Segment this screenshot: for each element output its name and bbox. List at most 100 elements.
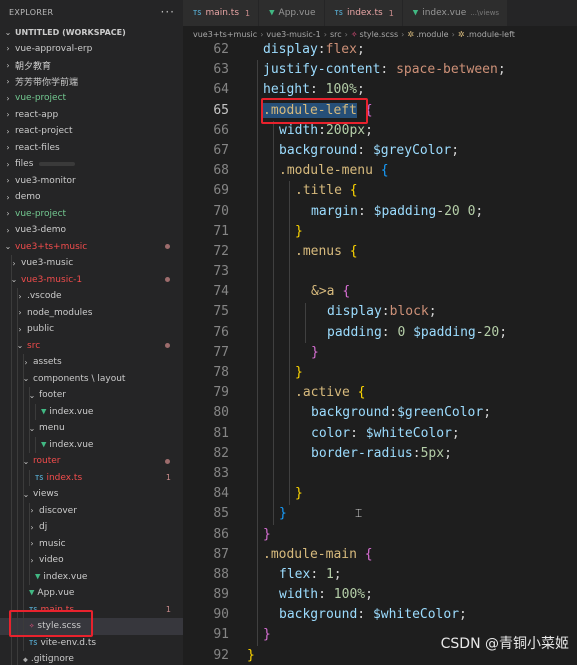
code-line[interactable]: 72 .menus { [183, 242, 577, 262]
chevron-right-icon[interactable]: › [3, 44, 13, 53]
tree-folder[interactable]: ⌄ footer [0, 387, 183, 404]
tree-item-label: index.vue [49, 406, 94, 417]
breadcrumb-file[interactable]: style.scss [360, 30, 399, 39]
code-line[interactable]: 88 flex: 1; [183, 565, 577, 585]
chevron-right-icon[interactable]: › [3, 143, 13, 152]
tree-folder[interactable]: › discover [0, 502, 183, 519]
tree-folder[interactable]: › vue-approval-erp [0, 41, 183, 58]
code-line[interactable]: 70 margin: $padding-20 0; [183, 202, 577, 222]
tree-file[interactable]: TS vite-env.d.ts [0, 634, 183, 651]
tree-folder[interactable]: › react-project [0, 123, 183, 140]
tree-folder[interactable]: ⌄ components \ layout [0, 370, 183, 387]
breadcrumb-folder[interactable]: vue3+ts+music [193, 30, 257, 39]
chevron-right-icon[interactable]: › [3, 226, 13, 235]
tab-main-ts[interactable]: TS main.ts 1 [183, 0, 260, 26]
code-line[interactable]: 71} [183, 222, 577, 242]
chevron-right-icon[interactable]: › [3, 160, 13, 169]
chevron-right-icon[interactable]: › [3, 209, 13, 218]
breadcrumb-symbol[interactable]: .module-left [467, 30, 515, 39]
tree-folder[interactable]: › video [0, 552, 183, 569]
more-actions-icon[interactable]: ··· [161, 5, 175, 19]
tree-folder[interactable]: › vue3-music [0, 255, 183, 272]
tree-folder[interactable]: › public [0, 321, 183, 338]
tree-file[interactable]: ▼ App.vue [0, 585, 183, 602]
code-line[interactable]: 77} [183, 343, 577, 363]
code-line[interactable]: 69 .title { [183, 181, 577, 201]
tree-folder[interactable]: › 芳芳带你学前端 [0, 74, 183, 91]
tab-index-ts[interactable]: TS index.ts 1 [324, 0, 403, 26]
tree-file[interactable]: ▼ index.vue [0, 568, 183, 585]
tree-folder[interactable]: ⌄ vue3+ts+music [0, 239, 183, 256]
tree-file[interactable]: ▼ index.vue [0, 436, 183, 453]
code-line[interactable]: 68 .module-menu { [183, 161, 577, 181]
chevron-right-icon[interactable]: › [3, 61, 13, 70]
tree-file[interactable]: ▼ index.vue [0, 403, 183, 420]
code-line[interactable]: 81 color: $whiteColor; [183, 424, 577, 444]
code-line[interactable]: 64 height: 100%; [183, 80, 577, 100]
tree-folder[interactable]: › 朝夕教育 [0, 57, 183, 74]
breadcrumb-folder[interactable]: src [330, 30, 342, 39]
code-line[interactable]: 84} [183, 484, 577, 504]
tree-file[interactable]: TS index.ts 1 [0, 469, 183, 486]
tree-folder[interactable]: › node_modules [0, 304, 183, 321]
code-line[interactable]: 85} [183, 504, 577, 524]
tree-folder[interactable]: › files [0, 156, 183, 173]
tree-folder[interactable]: ⌄ src [0, 337, 183, 354]
tree-folder[interactable]: › vue3-monitor [0, 173, 183, 190]
tree-file[interactable]: ✧ style.scss [0, 618, 183, 635]
code-line[interactable]: 67 background: $greyColor; [183, 141, 577, 161]
tree-folder[interactable]: › vue-project [0, 206, 183, 223]
tree-file[interactable]: ◆ .gitignore [0, 651, 183, 665]
chevron-down-icon[interactable]: ⌄ [3, 28, 13, 37]
breadcrumb-symbol[interactable]: .module [416, 30, 449, 39]
breadcrumb-folder[interactable]: vue3-music-1 [266, 30, 320, 39]
code-line[interactable]: 66 width:200px; [183, 121, 577, 141]
code-line[interactable]: 65 .module-left { [183, 101, 577, 121]
code-token: { [364, 546, 373, 562]
chevron-right-icon[interactable]: › [3, 193, 13, 202]
code-line[interactable]: 82 border-radius:5px; [183, 444, 577, 464]
tab-index-vue[interactable]: ▼ index.vue ...\views [402, 0, 509, 26]
tree-folder[interactable]: › react-files [0, 140, 183, 157]
chevron-right-icon[interactable]: › [3, 110, 13, 119]
chevron-right-icon[interactable]: › [3, 77, 13, 86]
chevron-down-icon[interactable]: ⌄ [3, 242, 13, 251]
indent-guide [23, 354, 24, 371]
tree-folder[interactable]: ⌄ menu [0, 420, 183, 437]
tree-folder[interactable]: › vue3-demo [0, 222, 183, 239]
code-line[interactable]: 63 justify-content: space-between; [183, 60, 577, 80]
code-line[interactable]: 74 &>a { [183, 282, 577, 302]
code-line[interactable]: 75 display:block; [183, 302, 577, 322]
tab-App-vue[interactable]: ▼ App.vue [259, 0, 325, 26]
code-view[interactable]: 62 display:flex; 63 justify-content: space-… [183, 40, 577, 665]
tree-file[interactable]: TS main.ts 1 [0, 601, 183, 618]
code-line[interactable]: 90 background: $whiteColor; [183, 605, 577, 625]
code-line[interactable]: 79 .active { [183, 383, 577, 403]
code-line[interactable]: 78} [183, 363, 577, 383]
code-line[interactable]: 80 background:$greenColor; [183, 403, 577, 423]
code-line[interactable]: 76 padding: 0 $padding-20; [183, 323, 577, 343]
chevron-right-icon[interactable]: › [3, 94, 13, 103]
tree-folder[interactable]: ⌄ router [0, 453, 183, 470]
chevron-right-icon[interactable]: › [3, 176, 13, 185]
code-line[interactable]: 83 [183, 464, 577, 484]
tree-folder[interactable]: › assets [0, 354, 183, 371]
tree-folder[interactable]: ⌄ views [0, 486, 183, 503]
tree-folder[interactable]: › vue-project [0, 90, 183, 107]
tree-folder[interactable]: ⌄ UNTITLED (WORKSPACE) [0, 24, 183, 41]
symbol-icon: ✲ [407, 29, 415, 39]
modified-dot-icon [165, 277, 170, 283]
code-line[interactable]: 89 width: 100%; [183, 585, 577, 605]
tree-folder[interactable]: › dj [0, 519, 183, 536]
code-line[interactable]: 86} [183, 525, 577, 545]
tree-folder[interactable]: › .vscode [0, 288, 183, 305]
code-line[interactable]: 73 [183, 262, 577, 282]
tree-folder[interactable]: ⌄ vue3-music-1 [0, 271, 183, 288]
code-line[interactable]: 62 display:flex; [183, 40, 577, 60]
tree-folder[interactable]: › react-app [0, 107, 183, 124]
tree-folder[interactable]: › demo [0, 189, 183, 206]
code-line[interactable]: 87 .module-main { [183, 545, 577, 565]
chevron-right-icon[interactable]: › [3, 127, 13, 136]
tree-folder[interactable]: › music [0, 535, 183, 552]
tree-item-label: .vscode [27, 291, 62, 302]
